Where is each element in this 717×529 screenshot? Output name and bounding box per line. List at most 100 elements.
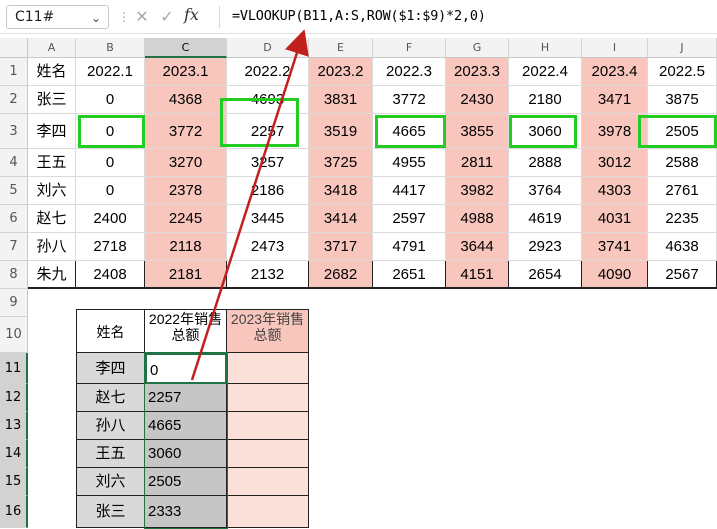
table2-2023-cell[interactable] bbox=[227, 384, 309, 412]
check-icon[interactable]: ✓ bbox=[156, 6, 178, 28]
column-header-f[interactable]: F bbox=[373, 38, 446, 58]
table-cell[interactable]: 3725 bbox=[309, 149, 373, 177]
table-cell[interactable]: 孙八 bbox=[28, 233, 76, 261]
table-cell[interactable]: 2567 bbox=[648, 261, 717, 289]
fx-icon[interactable]: fx bbox=[184, 5, 199, 24]
column-header-a[interactable]: A bbox=[28, 38, 76, 58]
row-header-2[interactable]: 2 bbox=[0, 86, 28, 114]
table-cell[interactable]: 张三 bbox=[28, 86, 76, 114]
header-cell[interactable]: 2022.4 bbox=[509, 58, 582, 86]
table-cell[interactable]: 2181 bbox=[145, 261, 227, 289]
table-cell[interactable]: 3270 bbox=[145, 149, 227, 177]
table-cell[interactable]: 2118 bbox=[145, 233, 227, 261]
table-cell[interactable]: 2180 bbox=[509, 86, 582, 114]
table-cell[interactable]: 3418 bbox=[309, 177, 373, 205]
table-cell[interactable]: 0 bbox=[76, 149, 145, 177]
column-header-b[interactable]: B bbox=[76, 38, 145, 58]
table-cell[interactable]: 3772 bbox=[373, 86, 446, 114]
table-cell[interactable]: 2400 bbox=[76, 205, 145, 233]
table-cell[interactable]: 刘六 bbox=[28, 177, 76, 205]
row-header-5[interactable]: 5 bbox=[0, 177, 28, 205]
sales-2022-header[interactable]: 2022年销售总额 bbox=[145, 309, 227, 353]
table-cell[interactable]: 3445 bbox=[227, 205, 309, 233]
select-all-corner[interactable] bbox=[0, 38, 28, 58]
table-cell[interactable]: 2761 bbox=[648, 177, 717, 205]
table2-2023-cell[interactable] bbox=[227, 468, 309, 496]
table2-name-cell[interactable]: 王五 bbox=[76, 440, 145, 468]
row-header-14[interactable]: 14 bbox=[0, 440, 28, 468]
table-cell[interactable]: 2923 bbox=[509, 233, 582, 261]
table-cell[interactable]: 3414 bbox=[309, 205, 373, 233]
table2-name-cell[interactable]: 张三 bbox=[76, 496, 145, 528]
column-header-j[interactable]: J bbox=[648, 38, 717, 58]
header-cell[interactable]: 2022.3 bbox=[373, 58, 446, 86]
table-cell[interactable]: 2245 bbox=[145, 205, 227, 233]
table-cell[interactable]: 4955 bbox=[373, 149, 446, 177]
table-cell[interactable]: 4791 bbox=[373, 233, 446, 261]
table-cell[interactable]: 3855 bbox=[446, 114, 509, 149]
table-cell[interactable]: 2473 bbox=[227, 233, 309, 261]
row-header-1[interactable]: 1 bbox=[0, 58, 28, 86]
table2-2023-cell[interactable] bbox=[227, 440, 309, 468]
column-header-i[interactable]: I bbox=[582, 38, 648, 58]
row-header-16[interactable]: 16 bbox=[0, 496, 28, 528]
name-box[interactable]: C11# ⌄ bbox=[6, 5, 109, 29]
table-cell[interactable]: 2597 bbox=[373, 205, 446, 233]
table-cell[interactable]: 3764 bbox=[509, 177, 582, 205]
table-cell[interactable]: 4090 bbox=[582, 261, 648, 289]
table-cell[interactable]: 2235 bbox=[648, 205, 717, 233]
table2-name-cell[interactable]: 孙八 bbox=[76, 412, 145, 440]
table-cell[interactable]: 0 bbox=[76, 177, 145, 205]
table-cell[interactable]: 0 bbox=[76, 86, 145, 114]
column-header-h[interactable]: H bbox=[509, 38, 582, 58]
table-cell[interactable]: 赵七 bbox=[28, 205, 76, 233]
header-cell[interactable]: 2023.1 bbox=[145, 58, 227, 86]
table-cell[interactable]: 4031 bbox=[582, 205, 648, 233]
table-cell[interactable]: 4988 bbox=[446, 205, 509, 233]
header-cell[interactable]: 2023.2 bbox=[309, 58, 373, 86]
cross-icon[interactable]: ✕ bbox=[131, 6, 153, 28]
table2-name-cell[interactable]: 赵七 bbox=[76, 384, 145, 412]
table-cell[interactable]: 4619 bbox=[509, 205, 582, 233]
table-cell[interactable]: 3831 bbox=[309, 86, 373, 114]
chevron-down-icon[interactable]: ⌄ bbox=[88, 10, 104, 26]
table-cell[interactable]: 王五 bbox=[28, 149, 76, 177]
row-header-4[interactable]: 4 bbox=[0, 149, 28, 177]
table-cell[interactable]: 2408 bbox=[76, 261, 145, 289]
row-header-9[interactable]: 9 bbox=[0, 289, 28, 317]
row-header-11[interactable]: 11 bbox=[0, 353, 28, 384]
table-cell[interactable]: 4303 bbox=[582, 177, 648, 205]
header-cell[interactable]: 2023.3 bbox=[446, 58, 509, 86]
table-cell[interactable]: 2811 bbox=[446, 149, 509, 177]
table-cell[interactable]: 3644 bbox=[446, 233, 509, 261]
table-cell[interactable]: 3741 bbox=[582, 233, 648, 261]
formula-input[interactable]: =VLOOKUP(B11,A:S,ROW($1:$9)*2,0) bbox=[232, 8, 486, 24]
row-header-3[interactable]: 3 bbox=[0, 114, 28, 149]
header-cell[interactable]: 2022.2 bbox=[227, 58, 309, 86]
table-cell[interactable]: 2651 bbox=[373, 261, 446, 289]
table2-2023-cell[interactable] bbox=[227, 353, 309, 384]
table-cell[interactable]: 朱九 bbox=[28, 261, 76, 289]
table2-2023-cell[interactable] bbox=[227, 412, 309, 440]
table-cell[interactable]: 2682 bbox=[309, 261, 373, 289]
table-cell[interactable]: 2654 bbox=[509, 261, 582, 289]
column-header-g[interactable]: G bbox=[446, 38, 509, 58]
column-header-e[interactable]: E bbox=[309, 38, 373, 58]
sales-2023-header[interactable]: 2023年销售总额 bbox=[227, 309, 309, 353]
table-cell[interactable]: 3717 bbox=[309, 233, 373, 261]
column-header-d[interactable]: D bbox=[227, 38, 309, 58]
table-cell[interactable]: 4638 bbox=[648, 233, 717, 261]
table-cell[interactable]: 4417 bbox=[373, 177, 446, 205]
header-cell[interactable]: 2023.4 bbox=[582, 58, 648, 86]
table-cell[interactable]: 2430 bbox=[446, 86, 509, 114]
table-cell[interactable]: 李四 bbox=[28, 114, 76, 149]
table-cell[interactable]: 2588 bbox=[648, 149, 717, 177]
table2-name-cell[interactable]: 刘六 bbox=[76, 468, 145, 496]
table-cell[interactable]: 3257 bbox=[227, 149, 309, 177]
table-cell[interactable]: 2888 bbox=[509, 149, 582, 177]
table-cell[interactable]: 4368 bbox=[145, 86, 227, 114]
row-header-7[interactable]: 7 bbox=[0, 233, 28, 261]
table-cell[interactable]: 3519 bbox=[309, 114, 373, 149]
header-cell[interactable]: 2022.5 bbox=[648, 58, 717, 86]
header-cell[interactable]: 姓名 bbox=[28, 58, 76, 86]
